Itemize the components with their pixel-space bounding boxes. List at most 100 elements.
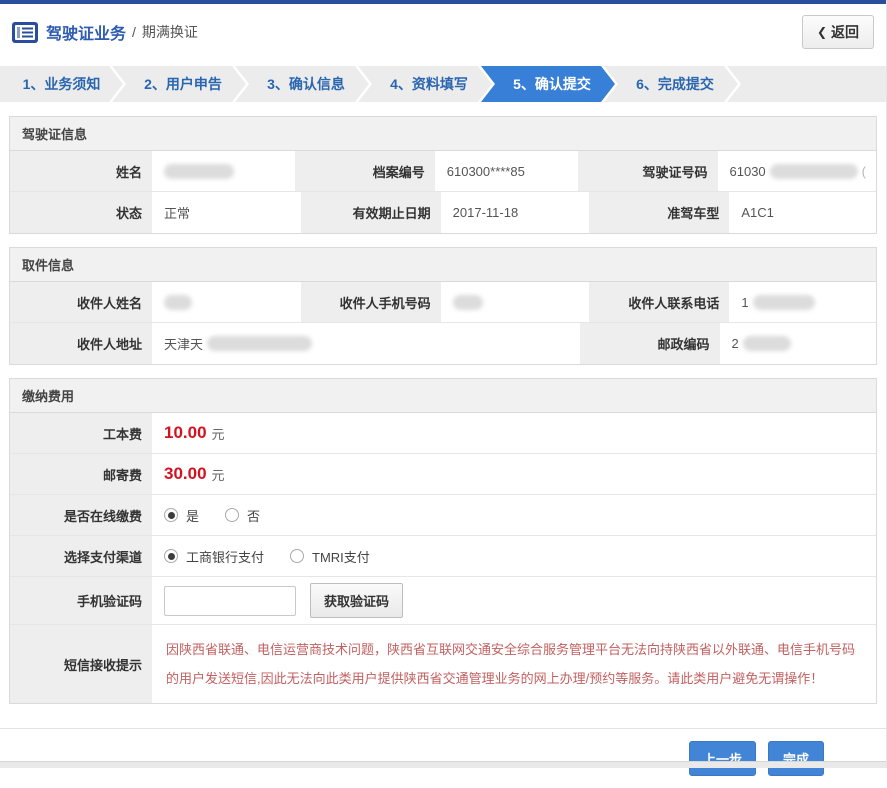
license-number-label: 驾驶证号码 bbox=[575, 151, 720, 191]
sms-notice-text: 因陕西省联通、电信运营商技术问题，陕西省互联网交通安全综合服务管理平台无法向持陕… bbox=[166, 642, 856, 686]
redacted-license-number bbox=[769, 163, 858, 179]
radio-icbc-label: 工商银行支付 bbox=[186, 549, 265, 565]
cost-fee-value: 10.00 元 bbox=[154, 413, 876, 453]
radio-option-icbc[interactable]: 工商银行支付 bbox=[164, 547, 264, 566]
payment-channel-label: 选择支付渠道 bbox=[10, 536, 154, 576]
pickup-info-section: 取件信息 收件人姓名 收件人手机号码 收件人联系电话 1 收件人地址 天津天 邮… bbox=[9, 247, 877, 365]
recipient-name-value bbox=[154, 282, 299, 322]
postal-code-value: 2 bbox=[721, 323, 876, 364]
redacted-postal-code bbox=[742, 336, 791, 351]
sms-notice-value: 因陕西省联通、电信运营商技术问题，陕西省互联网交通安全综合服务管理平台无法向持陕… bbox=[154, 625, 876, 703]
license-info-section: 驾驶证信息 姓名 档案编号 610300****85 驾驶证号码 61030 (… bbox=[9, 116, 877, 234]
wizard-filler bbox=[727, 66, 886, 102]
table-row: 工本费 10.00 元 bbox=[10, 413, 876, 454]
radio-unchecked-icon[interactable] bbox=[225, 508, 240, 522]
bottom-strip bbox=[0, 761, 886, 768]
radio-option-no[interactable]: 否 bbox=[225, 506, 260, 525]
mail-fee-value: 30.00 元 bbox=[154, 454, 876, 494]
recipient-mobile-label: 收件人手机号码 bbox=[298, 282, 443, 322]
pickup-section-title: 取件信息 bbox=[10, 248, 876, 282]
action-button-bar: 上一步 完成 bbox=[0, 728, 886, 788]
license-number-value: 61030 ( bbox=[719, 151, 876, 191]
radio-checked-icon[interactable] bbox=[164, 508, 178, 522]
recipient-mobile-value bbox=[442, 282, 588, 322]
radio-option-tmri[interactable]: TMRI支付 bbox=[290, 547, 370, 566]
mail-fee-unit: 元 bbox=[211, 467, 225, 483]
table-row: 短信接收提示 因陕西省联通、电信运营商技术问题，陕西省互联网交通安全综合服务管理… bbox=[10, 625, 876, 703]
table-row: 邮寄费 30.00 元 bbox=[10, 454, 876, 495]
page-header: 驾驶证业务 / 期满换证 ❮ 返回 bbox=[0, 4, 886, 60]
cost-fee-amount: 10.00 bbox=[164, 423, 207, 442]
file-number-value: 610300****85 bbox=[436, 151, 576, 191]
redacted-mobile bbox=[452, 294, 483, 310]
radio-unchecked-icon[interactable] bbox=[290, 549, 305, 563]
table-row: 状态 正常 有效期止日期 2017-11-18 准驾车型 A1C1 bbox=[10, 192, 877, 233]
page-title: 驾驶证业务 bbox=[46, 26, 127, 43]
step-wizard: 1、业务须知 2、用户申告 3、确认信息 4、资料填写 5、确认提交 6、完成提… bbox=[0, 66, 886, 102]
status-value: 正常 bbox=[154, 192, 299, 233]
file-number-label: 档案编号 bbox=[292, 151, 437, 191]
fees-section-title: 缴纳费用 bbox=[10, 379, 876, 413]
sms-code-field: 获取验证码 bbox=[154, 577, 876, 624]
name-value bbox=[154, 151, 293, 191]
table-row: 收件人地址 天津天 邮政编码 2 bbox=[10, 323, 876, 364]
chevron-left-icon: ❮ bbox=[816, 25, 827, 39]
breadcrumb-separator: / bbox=[132, 24, 136, 40]
get-code-button[interactable]: 获取验证码 bbox=[310, 583, 404, 618]
back-button-label: 返回 bbox=[831, 24, 859, 40]
license-number-suffix: ( bbox=[861, 163, 866, 179]
table-row: 手机验证码 获取验证码 bbox=[10, 577, 876, 625]
license-section-title: 驾驶证信息 bbox=[10, 117, 876, 151]
name-label: 姓名 bbox=[10, 151, 154, 191]
license-number-prefix: 61030 bbox=[729, 163, 766, 179]
fees-section: 缴纳费用 工本费 10.00 元 邮寄费 30.00 元 是否在线缴费 是 否 bbox=[9, 378, 877, 704]
sms-code-label: 手机验证码 bbox=[10, 577, 154, 624]
radio-no-label: 否 bbox=[247, 508, 261, 524]
phone-prefix: 1 bbox=[741, 294, 749, 310]
radio-option-yes[interactable]: 是 bbox=[164, 506, 199, 525]
table-row: 是否在线缴费 是 否 bbox=[10, 495, 876, 536]
online-payment-label: 是否在线缴费 bbox=[10, 495, 154, 535]
radio-checked-icon[interactable] bbox=[164, 549, 178, 563]
table-row: 选择支付渠道 工商银行支付 TMRI支付 bbox=[10, 536, 876, 577]
back-button[interactable]: ❮ 返回 bbox=[801, 15, 874, 49]
recipient-name-label: 收件人姓名 bbox=[10, 282, 154, 322]
address-prefix: 天津天 bbox=[164, 337, 204, 352]
table-row: 收件人姓名 收件人手机号码 收件人联系电话 1 bbox=[10, 282, 877, 323]
cost-fee-label: 工本费 bbox=[10, 413, 154, 453]
redacted-recipient-name bbox=[164, 294, 192, 310]
mail-fee-label: 邮寄费 bbox=[10, 454, 154, 494]
recipient-phone-label: 收件人联系电话 bbox=[587, 282, 732, 322]
wizard-step-6: 6、完成提交 bbox=[604, 66, 738, 102]
finish-button[interactable]: 完成 bbox=[768, 741, 824, 776]
vehicle-class-value: A1C1 bbox=[731, 192, 877, 233]
recipient-phone-value: 1 bbox=[731, 282, 877, 322]
vehicle-class-label: 准驾车型 bbox=[587, 192, 732, 233]
mail-fee-amount: 30.00 bbox=[164, 464, 207, 483]
license-business-icon bbox=[12, 21, 38, 43]
expiry-label: 有效期止日期 bbox=[298, 192, 443, 233]
postal-code-label: 邮政编码 bbox=[577, 323, 722, 364]
previous-step-button[interactable]: 上一步 bbox=[688, 741, 756, 776]
table-row: 姓名 档案编号 610300****85 驾驶证号码 61030 ( bbox=[10, 151, 876, 192]
wizard-step-1: 1、业务须知 bbox=[0, 66, 123, 102]
wizard-step-5-active: 5、确认提交 bbox=[481, 66, 615, 102]
recipient-address-value: 天津天 bbox=[154, 323, 578, 364]
recipient-address-label: 收件人地址 bbox=[10, 323, 154, 364]
online-payment-options: 是 否 bbox=[154, 495, 876, 535]
payment-channel-options: 工商银行支付 TMRI支付 bbox=[154, 536, 876, 576]
redacted-phone bbox=[752, 294, 815, 310]
sms-notice-label: 短信接收提示 bbox=[10, 625, 154, 703]
redacted-name bbox=[164, 163, 234, 179]
redacted-address bbox=[207, 336, 313, 351]
sms-code-input[interactable] bbox=[164, 585, 296, 616]
wizard-step-4: 4、资料填写 bbox=[358, 66, 492, 102]
cost-fee-unit: 元 bbox=[211, 426, 225, 442]
postal-prefix: 2 bbox=[731, 336, 739, 351]
radio-yes-label: 是 bbox=[186, 508, 200, 524]
breadcrumb-current: 期满换证 bbox=[141, 24, 198, 40]
expiry-value: 2017-11-18 bbox=[442, 192, 588, 233]
status-label: 状态 bbox=[10, 192, 154, 233]
wizard-step-2: 2、用户申告 bbox=[112, 66, 246, 102]
wizard-step-3: 3、确认信息 bbox=[235, 66, 369, 102]
